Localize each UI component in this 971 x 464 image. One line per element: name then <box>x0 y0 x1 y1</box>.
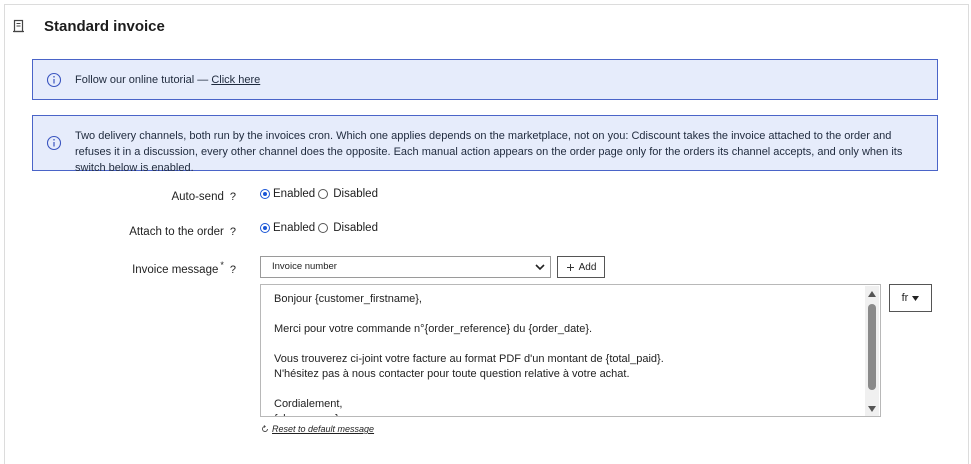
attach-order-disabled-radio[interactable] <box>318 223 329 233</box>
help-icon[interactable]: ? <box>230 226 236 238</box>
textarea-scrollbar[interactable] <box>865 286 879 416</box>
auto-send-enabled-label[interactable]: Enabled <box>273 188 315 200</box>
reset-label: Reset to default message <box>272 424 375 434</box>
invoice-message-label: Invoice message *? <box>120 260 236 276</box>
required-mark: * <box>220 260 224 270</box>
chevron-down-icon <box>535 264 545 271</box>
help-icon[interactable]: ? <box>230 264 236 276</box>
message-line <box>274 308 864 323</box>
message-line: Vous trouverez ci-joint votre facture au… <box>274 353 664 365</box>
document-icon <box>13 19 24 33</box>
help-icon[interactable]: ? <box>230 191 236 203</box>
attach-order-label: Attach to the order? <box>110 226 236 238</box>
message-line: {shop_name} <box>274 413 864 416</box>
channels-text: Two delivery channels, both run by the i… <box>75 130 903 174</box>
variable-select[interactable]: Invoice number <box>260 256 551 278</box>
language-value: fr <box>901 292 909 304</box>
variable-select-value: Invoice number <box>272 261 337 272</box>
message-line <box>274 338 864 353</box>
attach-order-label-text: Attach to the order <box>129 226 224 238</box>
tutorial-alert: Follow our online tutorial — Click here <box>32 59 938 100</box>
channels-alert: Two delivery channels, both run by the i… <box>32 115 938 174</box>
info-icon <box>46 135 62 151</box>
tutorial-text: Follow our online tutorial — <box>75 74 212 86</box>
message-line: Bonjour {customer_firstname}, <box>274 293 422 305</box>
tutorial-link[interactable]: Click here <box>211 74 260 86</box>
auto-send-label: Auto-send? <box>150 191 236 203</box>
message-line: Merci pour votre commande n°{order_refer… <box>274 323 593 335</box>
caret-down-icon <box>912 295 920 301</box>
scrollbar-thumb[interactable] <box>868 304 876 390</box>
auto-send-disabled-radio[interactable] <box>318 189 329 199</box>
invoice-message-label-text: Invoice message <box>132 263 219 276</box>
section-title: Standard invoice <box>44 17 165 35</box>
attach-order-enabled-label[interactable]: Enabled <box>273 222 315 234</box>
auto-send-disabled-label[interactable]: Disabled <box>333 188 378 200</box>
auto-send-radios: Enabled Disabled <box>260 188 381 200</box>
scroll-down-icon[interactable] <box>868 405 876 413</box>
attach-order-radios: Enabled Disabled <box>260 222 381 234</box>
invoice-message-textarea[interactable]: Bonjour {customer_firstname}, Merci pour … <box>260 284 881 417</box>
plus-icon <box>566 263 574 271</box>
attach-order-enabled-radio[interactable] <box>260 223 270 233</box>
attach-order-disabled-label[interactable]: Disabled <box>333 222 378 234</box>
language-dropdown[interactable]: fr <box>889 284 932 312</box>
scroll-up-icon[interactable] <box>868 290 876 298</box>
auto-send-enabled-radio[interactable] <box>260 189 270 199</box>
info-icon <box>46 72 62 87</box>
auto-send-label-text: Auto-send <box>171 191 224 203</box>
add-variable-button[interactable]: Add <box>557 256 605 278</box>
message-content: Bonjour {customer_firstname}, Merci pour … <box>274 293 864 416</box>
reset-default-link[interactable]: Reset to default message <box>261 424 374 434</box>
reset-icon <box>262 425 268 432</box>
add-button-label: Add <box>578 261 597 273</box>
message-line: N'hésitez pas à nous contacter pour tout… <box>274 368 630 380</box>
message-line: Cordialement, <box>274 398 343 410</box>
message-line <box>274 383 864 398</box>
section-header: Standard invoice <box>12 14 165 38</box>
